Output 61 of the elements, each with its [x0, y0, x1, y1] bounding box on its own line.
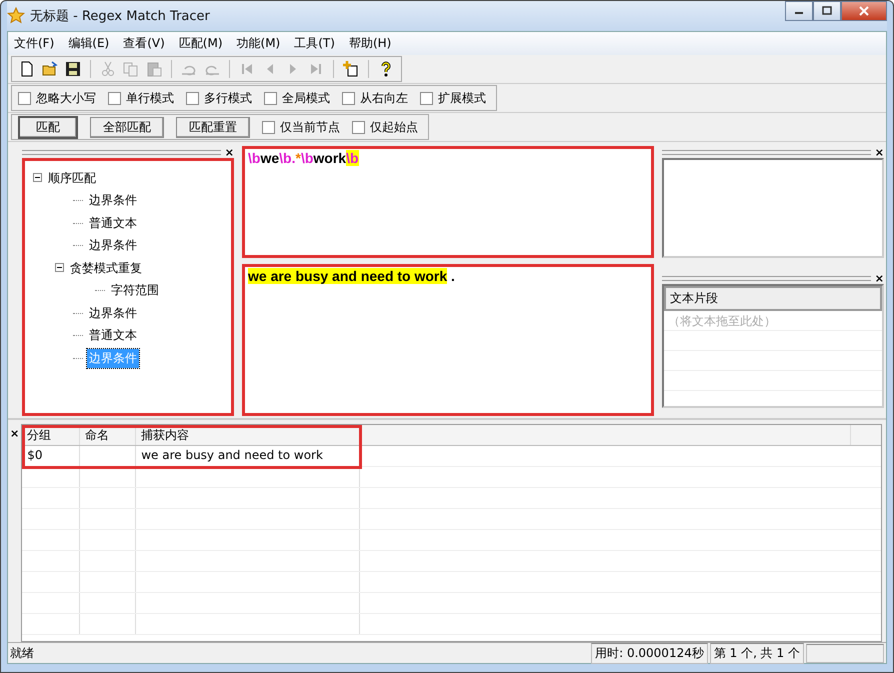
- column-header[interactable]: 捕获内容: [136, 425, 360, 445]
- match-button[interactable]: 全部匹配: [90, 116, 164, 138]
- tree-item[interactable]: 贪婪模式重复: [68, 258, 144, 278]
- tree-item[interactable]: 边界条件: [87, 236, 139, 256]
- table-cell: we are busy and need to work: [136, 446, 360, 466]
- window-title: 无标题 - Regex Match Tracer: [30, 8, 210, 25]
- close-button[interactable]: ×: [874, 146, 884, 158]
- menu-item[interactable]: 帮助(H): [348, 35, 392, 52]
- regex-editor[interactable]: \bwe\b.*\bwork\b: [242, 146, 654, 258]
- menu-item[interactable]: 编辑(E): [68, 35, 110, 52]
- option-checkbox[interactable]: 多行模式: [186, 90, 252, 106]
- minimize-button[interactable]: [785, 1, 813, 21]
- folder-icon[interactable]: [41, 60, 59, 78]
- maximize-icon: [822, 6, 832, 16]
- close-button[interactable]: ×: [224, 146, 234, 158]
- regex-token: *: [295, 150, 301, 166]
- regex-token: \b: [248, 150, 260, 166]
- tree-item[interactable]: 字符范围: [109, 281, 161, 300]
- maximize-button[interactable]: [813, 1, 841, 21]
- drop-hint: （将文本拖至此处）: [664, 311, 882, 331]
- sample-text: we are busy and need to work: [248, 268, 448, 284]
- menu-item[interactable]: 文件(F): [14, 35, 54, 52]
- menu-item[interactable]: 功能(M): [236, 35, 280, 52]
- option-checkbox[interactable]: 扩展模式: [420, 90, 486, 106]
- column-header[interactable]: 命名: [80, 425, 136, 445]
- option-checkbox[interactable]: 仅当前节点: [262, 118, 340, 136]
- tree-item[interactable]: 边界条件: [87, 191, 139, 210]
- menu-item[interactable]: 匹配(M): [178, 35, 223, 52]
- regex-token: \b: [346, 150, 359, 166]
- option-checkbox[interactable]: 忽略大小写: [18, 90, 96, 106]
- option-checkbox[interactable]: 单行模式: [108, 90, 174, 106]
- column-header[interactable]: 分组: [22, 425, 80, 445]
- sample-text: .: [450, 268, 455, 284]
- tree-item[interactable]: 边界条件: [87, 304, 139, 323]
- close-icon: [858, 6, 870, 16]
- status-pane: 第 1 个, 共 1 个: [710, 642, 804, 664]
- column-header[interactable]: 文本片段: [664, 286, 882, 311]
- menu-item[interactable]: 查看(V): [123, 35, 165, 52]
- close-button[interactable]: ×: [874, 272, 884, 284]
- text-editor[interactable]: we are busy and need to work .: [242, 264, 654, 416]
- match-button[interactable]: 匹配重置: [176, 116, 250, 138]
- option-checkbox[interactable]: 仅起始点: [352, 118, 418, 136]
- menu-item[interactable]: 工具(T): [294, 35, 335, 52]
- option-checkbox[interactable]: 从右向左: [342, 90, 408, 106]
- close-button[interactable]: [841, 1, 887, 21]
- tree-item[interactable]: 顺序匹配: [46, 168, 98, 188]
- floppy-icon[interactable]: [64, 60, 82, 78]
- status-text: 就绪: [10, 644, 35, 662]
- status-pane: 用时: 0.0000124秒: [591, 642, 708, 664]
- regex-token: \b: [300, 150, 314, 166]
- regex-token: we: [260, 150, 280, 166]
- tree-item[interactable]: 普通文本: [87, 326, 139, 346]
- regex-token: work: [313, 150, 346, 166]
- add-document-icon[interactable]: [342, 60, 360, 78]
- match-button[interactable]: 匹配: [18, 116, 78, 138]
- regex-token: \b.: [279, 150, 296, 166]
- table-cell: $0: [22, 446, 80, 466]
- star-icon: [7, 7, 25, 25]
- tree-item[interactable]: 普通文本: [87, 214, 139, 233]
- option-checkbox[interactable]: 全局模式: [264, 90, 330, 106]
- close-button[interactable]: ×: [10, 428, 20, 439]
